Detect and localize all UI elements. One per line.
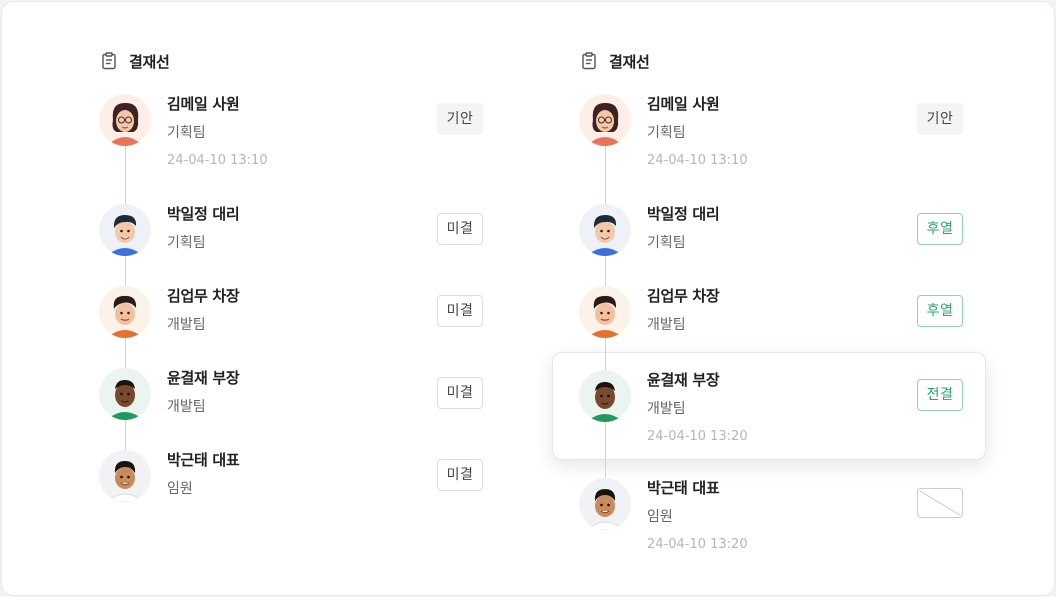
status-badge: 후열 [917, 213, 963, 245]
avatar [99, 286, 151, 338]
status-badge: 기안 [437, 103, 483, 135]
approver-name: 김업무 차장 [167, 287, 240, 305]
approver-team: 개발팀 [167, 399, 206, 415]
section-title-label: 결재선 [609, 52, 650, 71]
section-title: 결재선 [579, 48, 650, 74]
section-title-label: 결재선 [129, 52, 170, 71]
section-title: 결재선 [99, 48, 170, 74]
avatar [579, 286, 631, 338]
avatar [99, 204, 151, 256]
approver-team: 개발팀 [647, 401, 686, 417]
avatar [99, 94, 151, 146]
status-badge: 기안 [917, 103, 963, 135]
approval-line-card: 결재선 김메일 사원 기획팀 24-04-10 13:10 기안 박일정 대리 … [1, 1, 1055, 596]
avatar [579, 204, 631, 256]
approver-name: 김메일 사원 [167, 95, 240, 113]
approver-team: 임원 [647, 509, 673, 525]
avatar [99, 368, 151, 420]
avatar [99, 450, 151, 502]
clipboard-icon [582, 52, 596, 70]
approver-name: 박일정 대리 [647, 205, 720, 223]
clipboard-icon [102, 52, 116, 70]
approver-team: 기획팀 [647, 125, 686, 141]
approver-team: 기획팀 [167, 235, 206, 251]
approver-name: 김업무 차장 [647, 287, 720, 305]
approver-name: 박근태 대표 [167, 451, 240, 469]
approver-team: 개발팀 [647, 317, 686, 333]
avatar [579, 94, 631, 146]
approval-panel-right: 결재선 김메일 사원 기획팀 24-04-10 13:10 기안 박일정 대리 … [552, 2, 999, 595]
avatar [579, 478, 631, 530]
approver-team: 개발팀 [167, 317, 206, 333]
approver-name: 박근태 대표 [647, 479, 720, 497]
status-badge: 미결 [437, 377, 483, 409]
status-badge: 미결 [437, 459, 483, 491]
approval-date: 24-04-10 13:20 [647, 537, 748, 552]
approval-date: 24-04-10 13:20 [647, 429, 748, 444]
approver-name: 김메일 사원 [647, 95, 720, 113]
approver-name: 윤결재 부장 [167, 369, 240, 387]
skipped-stamp-badge [917, 488, 963, 518]
approver-name: 박일정 대리 [167, 205, 240, 223]
avatar [579, 370, 631, 422]
status-badge: 전결 [917, 379, 963, 411]
approver-team: 임원 [167, 481, 193, 497]
approver-name: 윤결재 부장 [647, 371, 720, 389]
status-badge: 후열 [917, 295, 963, 327]
approver-team: 기획팀 [167, 125, 206, 141]
status-badge: 미결 [437, 213, 483, 245]
approval-date: 24-04-10 13:10 [647, 153, 748, 168]
status-badge: 미결 [437, 295, 483, 327]
approval-date: 24-04-10 13:10 [167, 153, 268, 168]
approver-team: 기획팀 [647, 235, 686, 251]
approval-panel-left: 결재선 김메일 사원 기획팀 24-04-10 13:10 기안 박일정 대리 … [99, 2, 519, 595]
skipped-slash-icon [919, 490, 961, 516]
